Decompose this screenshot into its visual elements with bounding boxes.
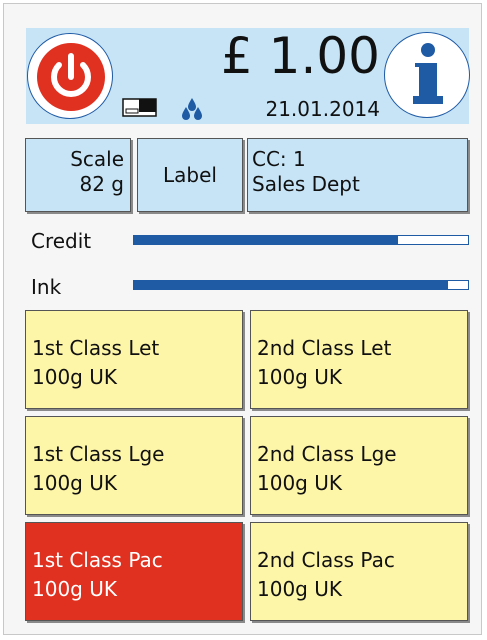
power-icon [37, 43, 105, 111]
info-icon [413, 43, 443, 104]
scale-weight: 82 g [79, 172, 124, 196]
postage-amount: £ 1.00 [220, 27, 380, 85]
service-weight: 100g UK [32, 577, 117, 601]
cost-centre-name: Sales Dept [252, 172, 360, 196]
service-name: 2nd Class Pac [257, 548, 395, 572]
service-1st-class-large[interactable]: 1st Class Lge 100g UK [25, 416, 243, 515]
service-weight: 100g UK [257, 365, 342, 389]
service-weight: 100g UK [32, 365, 117, 389]
service-2nd-class-large[interactable]: 2nd Class Lge 100g UK [250, 416, 468, 515]
cost-centre-button[interactable]: CC: 1 Sales Dept [247, 138, 468, 212]
service-2nd-class-letter[interactable]: 2nd Class Let 100g UK [250, 310, 468, 409]
service-1st-class-letter[interactable]: 1st Class Let 100g UK [25, 310, 243, 409]
credit-label: Credit [31, 229, 92, 253]
cost-centre-code: CC: 1 [252, 147, 306, 171]
ink-drops-icon [182, 98, 202, 120]
power-button[interactable] [27, 33, 113, 119]
service-weight: 100g UK [32, 471, 117, 495]
label-button-text: Label [163, 162, 217, 187]
card-icon [122, 98, 157, 117]
service-2nd-class-parcel[interactable]: 2nd Class Pac 100g UK [250, 522, 468, 621]
ink-gauge-fill [134, 281, 448, 289]
scale-title: Scale [70, 147, 124, 171]
label-button[interactable]: Label [137, 138, 243, 212]
service-name: 1st Class Pac [32, 548, 163, 572]
service-weight: 100g UK [257, 577, 342, 601]
credit-gauge [133, 235, 469, 245]
ink-gauge [133, 280, 469, 290]
service-1st-class-parcel[interactable]: 1st Class Pac 100g UK [25, 522, 243, 621]
info-button[interactable] [384, 32, 470, 118]
service-name: 1st Class Let [32, 336, 160, 360]
date-display: 21.01.2014 [265, 97, 380, 121]
ink-label: Ink [31, 275, 62, 299]
service-name: 2nd Class Lge [257, 442, 397, 466]
credit-gauge-fill [134, 236, 398, 244]
service-name: 2nd Class Let [257, 336, 392, 360]
scale-button[interactable]: Scale 82 g [25, 138, 131, 212]
service-weight: 100g UK [257, 471, 342, 495]
service-name: 1st Class Lge [32, 442, 165, 466]
